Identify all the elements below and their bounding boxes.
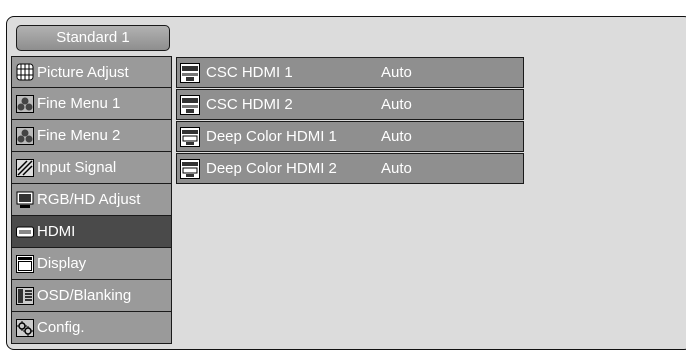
fine-menu-icon	[16, 94, 34, 113]
menu-row-label: Deep Color HDMI 1	[206, 128, 337, 145]
sidebar-item-config[interactable]: Config.	[11, 312, 172, 344]
menu-row-deep-color-hdmi-2[interactable]: Deep Color HDMI 2 Auto	[176, 153, 524, 184]
sidebar-item-label: Input Signal	[37, 159, 117, 176]
sidebar-item-label: HDMI	[37, 223, 76, 240]
menu-row-deep-color-hdmi-1[interactable]: Deep Color HDMI 1 Auto	[176, 121, 524, 152]
deep-color-icon	[180, 126, 200, 147]
sidebar-item-label: Config.	[37, 319, 85, 336]
menu-row-label: Deep Color HDMI 2	[206, 160, 337, 177]
osd-icon	[16, 286, 34, 305]
tab-standard-1[interactable]: Standard 1	[16, 25, 170, 51]
menu-row-csc-hdmi-1[interactable]: CSC HDMI 1 Auto	[176, 57, 524, 88]
sidebar-item-picture-adjust[interactable]: Picture Adjust	[11, 56, 172, 88]
picture-adjust-icon	[16, 63, 34, 81]
hdmi-icon	[16, 226, 34, 237]
menu-row-label: CSC HDMI 2	[206, 96, 293, 113]
sidebar-item-label: Picture Adjust	[37, 63, 129, 81]
menu-row-csc-hdmi-2[interactable]: CSC HDMI 2 Auto	[176, 89, 524, 120]
sidebar-item-display[interactable]: Display	[11, 248, 172, 280]
sidebar-item-input-signal[interactable]: Input Signal	[11, 152, 172, 184]
hdmi-submenu: CSC HDMI 1 Auto CSC HDMI 2 Auto Deep Col…	[176, 57, 524, 184]
config-icon	[16, 318, 34, 337]
deep-color-icon	[180, 158, 200, 179]
csc-icon	[180, 62, 200, 83]
sidebar-item-label: RGB/HD Adjust	[37, 191, 141, 208]
sidebar-item-osd-blanking[interactable]: OSD/Blanking	[11, 280, 172, 312]
sidebar-item-fine-menu-1[interactable]: Fine Menu 1	[11, 88, 172, 120]
csc-icon	[180, 94, 200, 115]
sidebar-item-hdmi[interactable]: HDMI	[11, 216, 172, 248]
sidebar: Picture Adjust Fine Menu 1 Fine Menu 2 I…	[11, 56, 172, 344]
monitor-icon	[16, 191, 34, 208]
sidebar-item-label: Fine Menu 1	[37, 95, 121, 112]
sidebar-item-label: OSD/Blanking	[37, 287, 132, 304]
menu-row-value[interactable]: Auto	[381, 64, 501, 81]
display-icon	[16, 254, 34, 273]
sidebar-item-label: Display	[37, 255, 87, 272]
sidebar-item-label: Fine Menu 2	[37, 127, 121, 144]
menu-row-value[interactable]: Auto	[381, 128, 501, 145]
fine-menu-icon	[16, 126, 34, 145]
menu-row-value[interactable]: Auto	[381, 160, 501, 177]
sidebar-item-rgb-hd-adjust[interactable]: RGB/HD Adjust	[11, 184, 172, 216]
sidebar-item-fine-menu-2[interactable]: Fine Menu 2	[11, 120, 172, 152]
menu-row-value[interactable]: Auto	[381, 96, 501, 113]
menu-row-label: CSC HDMI 1	[206, 64, 293, 81]
input-signal-icon	[16, 158, 34, 177]
